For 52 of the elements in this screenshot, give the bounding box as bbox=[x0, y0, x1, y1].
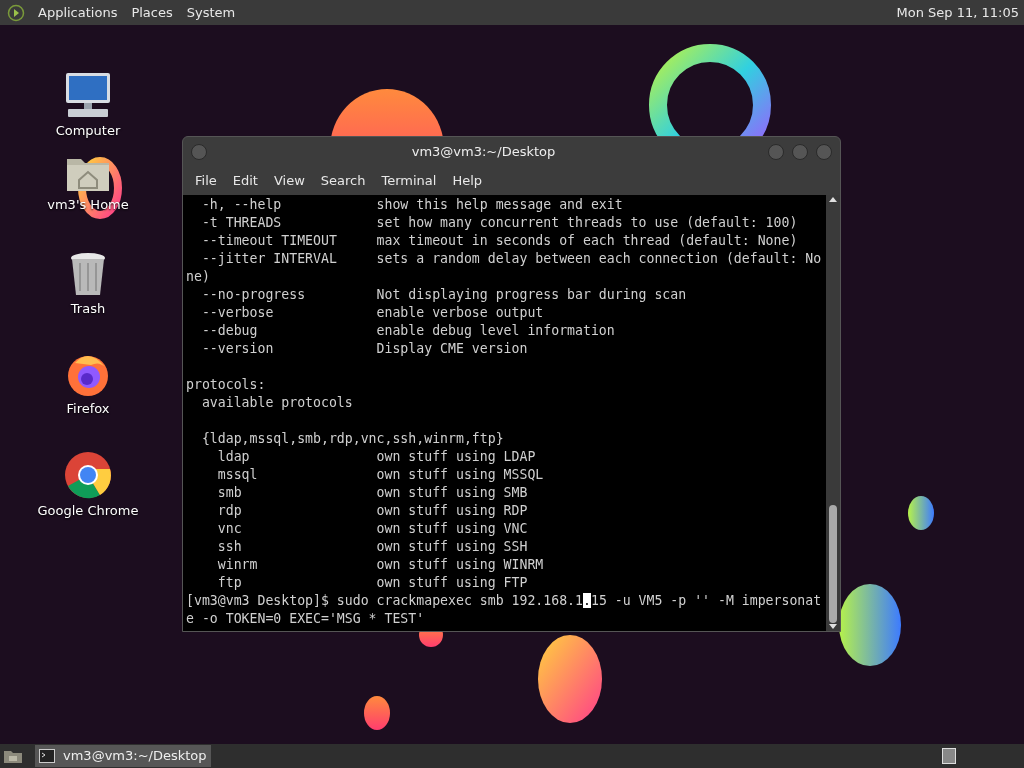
terminal-line: winrm own stuff using WINRM bbox=[216, 556, 545, 574]
show-desktop-icon[interactable] bbox=[3, 748, 23, 764]
close-button[interactable] bbox=[816, 144, 832, 160]
terminal-line: -h, --help show this help message and exit bbox=[200, 196, 624, 214]
clock[interactable]: Mon Sep 11, 11:05 bbox=[896, 2, 1024, 23]
terminal-line: --debug enable debug level information bbox=[200, 322, 616, 340]
trash-icon bbox=[68, 251, 108, 297]
scroll-up-icon[interactable] bbox=[828, 195, 838, 203]
menu-item[interactable]: View bbox=[265, 171, 313, 191]
terminal-line: available protocols bbox=[200, 394, 354, 412]
window-menu-button[interactable] bbox=[191, 144, 207, 160]
terminal-line: ne) bbox=[186, 268, 211, 286]
terminal-line: {ldap,mssql,smb,rdp,vnc,ssh,winrm,ftp} bbox=[200, 430, 505, 448]
terminal-line: mssql own stuff using MSSQL bbox=[216, 466, 545, 484]
terminal-line: --verbose enable verbose output bbox=[200, 304, 545, 322]
terminal-line: --version Display CME version bbox=[200, 340, 529, 358]
menu-item[interactable]: Help bbox=[444, 171, 491, 191]
terminal-line: ssh own stuff using SSH bbox=[216, 538, 529, 556]
terminal-line: smb own stuff using SMB bbox=[216, 484, 529, 502]
terminal-line: -t THREADS set how many concurrent threads to use (default: 100) bbox=[200, 214, 799, 232]
workspace-switcher[interactable] bbox=[942, 748, 956, 764]
scrollbar[interactable] bbox=[826, 195, 840, 631]
panel-menu[interactable]: System bbox=[179, 2, 243, 23]
panel-menu[interactable]: Places bbox=[124, 2, 180, 23]
text-cursor: . bbox=[583, 593, 591, 608]
panel-menu[interactable]: Applications bbox=[31, 2, 125, 23]
menu-item[interactable]: Search bbox=[312, 171, 374, 191]
menu-item[interactable]: Terminal bbox=[373, 171, 445, 191]
terminal-line: ldap own stuff using LDAP bbox=[216, 448, 537, 466]
terminal-line: e -o TOKEN=0 EXEC='MSG * TEST' bbox=[186, 610, 426, 628]
terminal-line: --timeout TIMEOUT max timeout in seconds of each thread (default: None) bbox=[200, 232, 799, 250]
desktop-icon-label[interactable]: Firefox bbox=[66, 399, 110, 419]
menu-item[interactable]: Edit bbox=[224, 171, 266, 191]
scrollbar-thumb[interactable] bbox=[829, 505, 837, 623]
maximize-button[interactable] bbox=[792, 144, 808, 160]
terminal-line: --no-progress Not displaying progress bar during scan bbox=[200, 286, 688, 304]
terminal-line: vnc own stuff using VNC bbox=[216, 520, 529, 538]
taskbar-button[interactable]: vm3@vm3:~/Desktop bbox=[35, 745, 211, 767]
window-title: vm3@vm3:~/Desktop bbox=[410, 143, 557, 162]
desktop-icon-label[interactable]: Computer bbox=[55, 121, 121, 141]
terminal-line: protocols: bbox=[186, 376, 267, 394]
terminal-line: ftp own stuff using FTP bbox=[216, 574, 529, 592]
terminal-line: --jitter INTERVAL sets a random delay between each connection (default: No bbox=[200, 250, 823, 268]
desktop-icon-label[interactable]: Trash bbox=[70, 299, 106, 319]
desktop-icon-label[interactable]: Google Chrome bbox=[37, 501, 139, 521]
terminal-line: rdp own stuff using RDP bbox=[216, 502, 529, 520]
command-line: [vm3@vm3 Desktop]$ sudo crackmapexec smb 192.168.1.15 -u VM5 -p '' -M impersonat bbox=[186, 592, 823, 610]
distro-logo-icon[interactable] bbox=[7, 3, 25, 22]
minimize-button[interactable] bbox=[768, 144, 784, 160]
menu-item[interactable]: File bbox=[187, 171, 225, 191]
chrome-icon bbox=[64, 451, 112, 499]
terminal-icon bbox=[39, 749, 55, 763]
